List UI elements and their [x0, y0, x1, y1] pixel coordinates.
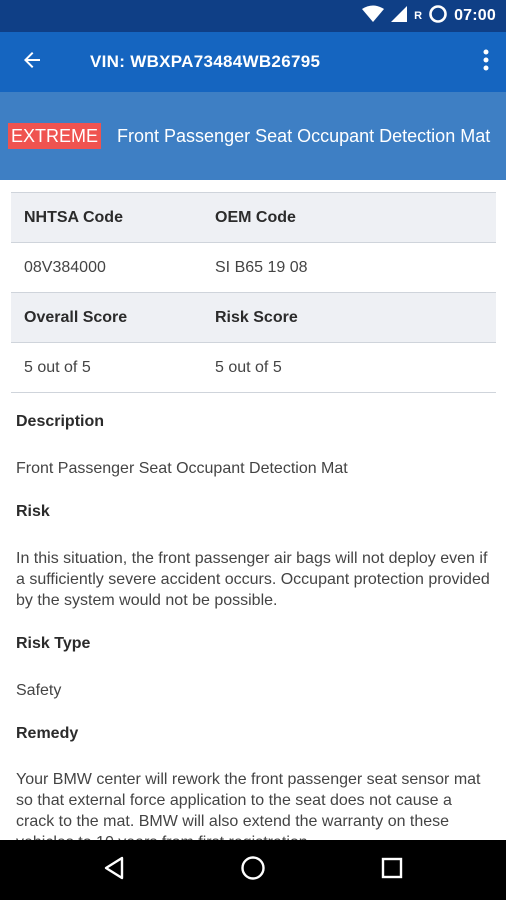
description-text: Front Passenger Seat Occupant Detection … — [16, 460, 348, 477]
recall-banner: EXTREME Front Passenger Seat Occupant De… — [0, 92, 506, 180]
info-table: NHTSA Code OEM Code 08V384000 SI B65 19 … — [11, 192, 496, 393]
nhtsa-code-value: 08V384000 — [24, 258, 106, 276]
recall-details[interactable]: NHTSA Code OEM Code 08V384000 SI B65 19 … — [0, 180, 506, 840]
status-icons: R 07:00 — [362, 4, 496, 29]
system-nav-bar — [0, 840, 506, 900]
recents-square-icon — [381, 857, 403, 884]
back-triangle-icon — [103, 856, 125, 885]
battery-icon — [428, 4, 448, 29]
table-row: 5 out of 5 5 out of 5 — [11, 343, 496, 393]
arrow-back-icon — [24, 48, 44, 77]
status-time: 07:00 — [454, 7, 496, 24]
table-header-row: NHTSA Code OEM Code — [11, 193, 496, 243]
risk-type-text: Safety — [16, 682, 62, 699]
signal-icon — [390, 5, 408, 28]
severity-badge: EXTREME — [8, 123, 102, 149]
app-bar: VIN: WBXPA73484WB26795 — [0, 32, 506, 92]
overflow-menu-button[interactable] — [466, 32, 506, 92]
nhtsa-code-header: NHTSA Code — [24, 208, 123, 226]
oem-code-value: SI B65 19 08 — [215, 258, 308, 276]
overall-score-header: Overall Score — [24, 308, 128, 326]
risk-type-heading: Risk Type — [16, 635, 91, 652]
remedy-heading: Remedy — [16, 725, 79, 742]
risk-text: In this situation, the front passenger a… — [16, 550, 490, 609]
remedy-text: Your BMW center will rework the front pa… — [16, 771, 481, 840]
more-vert-icon — [483, 49, 489, 76]
risk-score-header: Risk Score — [215, 308, 298, 326]
home-circle-icon — [240, 855, 266, 886]
back-button[interactable] — [0, 32, 72, 92]
status-bar: R 07:00 — [0, 0, 506, 32]
table-header-row: Overall Score Risk Score — [11, 293, 496, 343]
risk-score-value: 5 out of 5 — [215, 358, 282, 376]
nav-home-button[interactable] — [237, 854, 269, 886]
table-row: 08V384000 SI B65 19 08 — [11, 243, 496, 293]
wifi-icon — [362, 5, 385, 28]
nav-recents-button[interactable] — [376, 854, 408, 886]
risk-heading: Risk — [16, 503, 50, 520]
description-heading: Description — [16, 413, 105, 430]
network-label: R — [414, 10, 423, 22]
nav-back-button[interactable] — [98, 854, 130, 886]
recall-title: Front Passenger Seat Occupant Detection … — [117, 125, 491, 146]
oem-code-header: OEM Code — [215, 208, 296, 226]
page-title: VIN: WBXPA73484WB26795 — [90, 52, 321, 71]
overall-score-value: 5 out of 5 — [24, 358, 91, 376]
